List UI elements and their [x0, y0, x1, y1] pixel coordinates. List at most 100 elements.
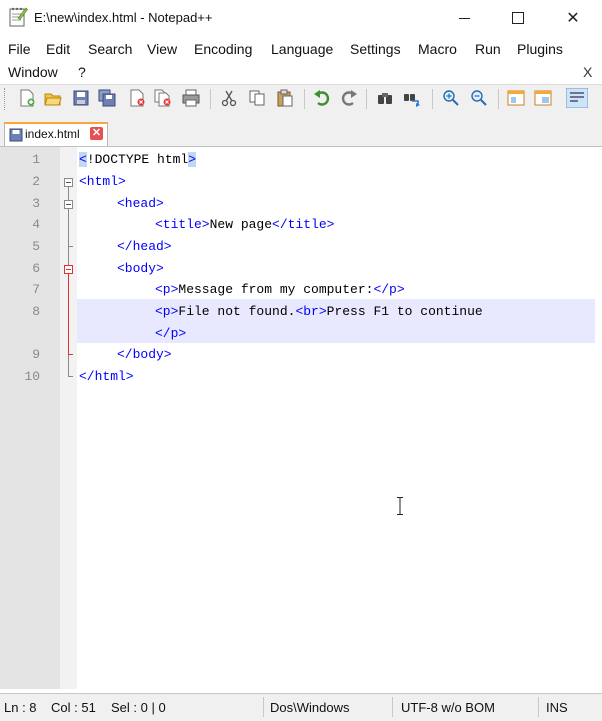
line-number: 10: [24, 369, 40, 384]
maximize-icon: [512, 12, 524, 24]
zoom-out-icon[interactable]: [470, 89, 488, 107]
tag-bracket: >: [188, 152, 197, 167]
fold-line-active: [68, 274, 69, 355]
menu-file[interactable]: File: [8, 41, 31, 57]
line-number: 7: [32, 282, 40, 297]
copy-icon[interactable]: [248, 89, 266, 107]
title-bar: E:\new\index.html - Notepad++ ✕: [0, 0, 602, 38]
replace-icon[interactable]: [403, 89, 421, 107]
tab-bar: index.html ✕: [0, 112, 602, 147]
word-wrap-icon[interactable]: [566, 88, 588, 108]
code-line-3: <head>: [117, 196, 164, 211]
line-number: 8: [32, 304, 40, 319]
toolbar-separator: [210, 89, 211, 109]
toolbar-grip: [4, 88, 7, 110]
body-open-tag: <body>: [117, 261, 164, 276]
menu-language[interactable]: Language: [271, 41, 333, 57]
fold-toggle-html[interactable]: [64, 178, 73, 187]
p-open-tag: <p>: [155, 282, 179, 297]
br-tag: <br>: [295, 304, 327, 319]
tag-bracket: <: [79, 152, 87, 167]
code-line-7: <p>Message from my computer:</p>: [155, 282, 405, 297]
fold-end: [68, 376, 73, 377]
cut-icon[interactable]: [220, 89, 238, 107]
line-number: 5: [32, 239, 40, 254]
menu-bar: File Edit Search View Encoding Language …: [0, 38, 602, 84]
p-close-tag: </p>: [155, 326, 187, 341]
toolbar: [0, 84, 602, 113]
menu-edit[interactable]: Edit: [46, 41, 70, 57]
title-close-tag: </title>: [272, 217, 335, 232]
code-line-9: </body>: [117, 347, 172, 362]
code-line-10: </html>: [79, 369, 134, 384]
tab-close-icon[interactable]: ✕: [90, 127, 103, 140]
body-close-tag: </body>: [117, 347, 172, 362]
minimize-button[interactable]: [444, 6, 484, 30]
html-close-tag: </html>: [79, 369, 134, 384]
code-line-8: <p>File not found.<br>Press F1 to contin…: [155, 304, 483, 319]
status-bar: Ln : 8 Col : 51 Sel : 0 | 0 Dos\Windows …: [0, 693, 602, 721]
doctype-text: !DOCTYPE html: [86, 152, 189, 167]
menu-encoding[interactable]: Encoding: [194, 41, 252, 57]
line-number: 3: [32, 196, 40, 211]
editor-area[interactable]: 1 2 3 4 5 6 7 8 9 10 <!DOCTYPE html> <ht…: [0, 147, 602, 689]
paragraph-text: Message from my computer:: [178, 282, 374, 297]
fold-toggle-body[interactable]: [64, 265, 73, 274]
code-line-6: <body>: [117, 261, 164, 276]
status-separator: [392, 697, 393, 717]
tab-index-html[interactable]: index.html ✕: [4, 122, 108, 146]
status-line: Ln : 8: [4, 700, 37, 715]
status-encoding[interactable]: UTF-8 w/o BOM: [401, 700, 495, 715]
save-all-icon[interactable]: [98, 89, 116, 107]
save-icon: [9, 128, 23, 142]
toolbar-separator: [432, 89, 433, 109]
code-line-8-wrap: </p>: [155, 326, 186, 341]
menu-window[interactable]: Window: [8, 64, 58, 80]
menu-settings[interactable]: Settings: [350, 41, 401, 57]
menu-run[interactable]: Run: [475, 41, 501, 57]
status-insert-mode[interactable]: INS: [546, 700, 568, 715]
close-document-button[interactable]: X: [583, 64, 592, 80]
close-file-icon[interactable]: [128, 89, 146, 107]
status-eol[interactable]: Dos\Windows: [270, 700, 349, 715]
print-icon[interactable]: [182, 89, 200, 107]
p-open-tag: <p>: [155, 304, 179, 319]
line-number: 9: [32, 347, 40, 362]
minimize-icon: [458, 17, 470, 19]
menu-search[interactable]: Search: [88, 41, 132, 57]
undo-icon[interactable]: [313, 89, 331, 107]
line-number: 1: [32, 152, 40, 167]
new-file-icon[interactable]: [18, 89, 36, 107]
p-close-tag: </p>: [373, 282, 405, 297]
code-line-4: <title>New page</title>: [155, 217, 334, 232]
status-selection: Sel : 0 | 0: [111, 700, 166, 715]
line-number: 6: [32, 261, 40, 276]
zoom-in-icon[interactable]: [442, 89, 460, 107]
title-open-tag: <title>: [155, 217, 210, 232]
open-file-icon[interactable]: [44, 89, 62, 107]
status-separator: [538, 697, 539, 717]
paragraph-text: Press F1 to continue: [326, 304, 483, 319]
close-all-icon[interactable]: [154, 89, 172, 107]
redo-icon[interactable]: [340, 89, 358, 107]
close-window-button[interactable]: ✕: [553, 6, 593, 30]
paste-icon[interactable]: [276, 89, 294, 107]
code-line-5: </head>: [117, 239, 172, 254]
close-icon: ✕: [566, 10, 580, 27]
menu-view[interactable]: View: [147, 41, 177, 57]
menu-plugins[interactable]: Plugins: [517, 41, 563, 57]
window-title: E:\new\index.html - Notepad++: [34, 10, 213, 25]
title-text: New page: [209, 217, 273, 232]
menu-help[interactable]: ?: [78, 64, 86, 80]
toolbar-separator: [366, 89, 367, 109]
menu-macro[interactable]: Macro: [418, 41, 457, 57]
paragraph-text: File not found.: [178, 304, 296, 319]
find-icon[interactable]: [376, 89, 394, 107]
fold-toggle-head[interactable]: [64, 200, 73, 209]
code-line-2: <html>: [79, 174, 126, 189]
sync-vertical-icon[interactable]: [507, 89, 525, 107]
save-icon[interactable]: [72, 89, 90, 107]
sync-horizontal-icon[interactable]: [534, 89, 552, 107]
maximize-button[interactable]: [498, 6, 538, 30]
fold-end-active: [68, 354, 73, 355]
